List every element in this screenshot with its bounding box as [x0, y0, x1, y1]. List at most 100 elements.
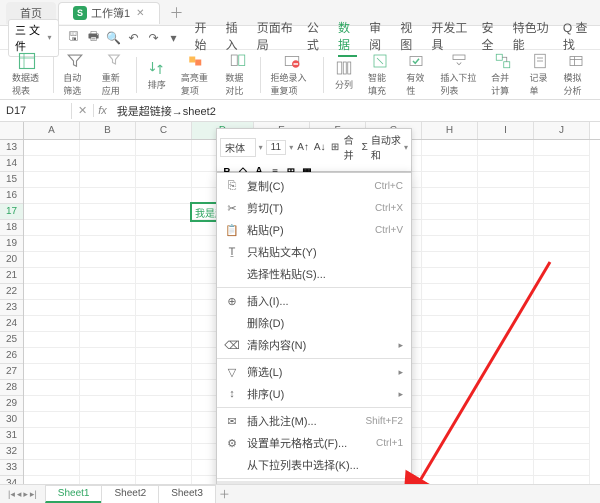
cell-A18[interactable]	[24, 220, 80, 236]
cell-I13[interactable]	[478, 140, 534, 156]
cell-B32[interactable]	[80, 444, 136, 460]
cell-J18[interactable]	[534, 220, 590, 236]
cell-H13[interactable]	[422, 140, 478, 156]
row-header-25[interactable]: 25	[0, 332, 23, 348]
cell-A13[interactable]	[24, 140, 80, 156]
cell-A32[interactable]	[24, 444, 80, 460]
cell-I15[interactable]	[478, 172, 534, 188]
cell-I20[interactable]	[478, 252, 534, 268]
cell-J22[interactable]	[534, 284, 590, 300]
decrease-font-icon[interactable]: A↓	[313, 140, 327, 154]
cell-B20[interactable]	[80, 252, 136, 268]
autosum-button[interactable]: Σ	[362, 142, 368, 153]
cell-I16[interactable]	[478, 188, 534, 204]
context-menu-item-4[interactable]: 选择性粘贴(S)...	[217, 263, 411, 285]
menu-item-7[interactable]: 开发工具	[431, 19, 469, 57]
cell-J19[interactable]	[534, 236, 590, 252]
row-header-33[interactable]: 33	[0, 460, 23, 476]
pivot-table-button[interactable]: 数据透视表	[8, 52, 47, 97]
cell-C22[interactable]	[136, 284, 192, 300]
sheet-nav-first-icon[interactable]: |◂	[8, 489, 15, 500]
cell-H17[interactable]	[422, 204, 478, 220]
context-menu-item-15[interactable]: 从下拉列表中选择(K)...	[217, 454, 411, 476]
cell-H31[interactable]	[422, 428, 478, 444]
cell-J23[interactable]	[534, 300, 590, 316]
cell-H30[interactable]	[422, 412, 478, 428]
cell-B25[interactable]	[80, 332, 136, 348]
context-menu-item-0[interactable]: ⎘复制(C)Ctrl+C	[217, 175, 411, 197]
cell-A15[interactable]	[24, 172, 80, 188]
cell-C18[interactable]	[136, 220, 192, 236]
cell-I28[interactable]	[478, 380, 534, 396]
col-header-C[interactable]: C	[136, 122, 192, 139]
cell-A29[interactable]	[24, 396, 80, 412]
cell-C32[interactable]	[136, 444, 192, 460]
cell-A22[interactable]	[24, 284, 80, 300]
cancel-formula-icon[interactable]: ✕	[78, 104, 87, 117]
cell-J26[interactable]	[534, 348, 590, 364]
cell-A24[interactable]	[24, 316, 80, 332]
cell-B31[interactable]	[80, 428, 136, 444]
row-header-28[interactable]: 28	[0, 380, 23, 396]
autosum-label[interactable]: 自动求和	[371, 132, 401, 162]
cell-C14[interactable]	[136, 156, 192, 172]
reject-dup-button[interactable]: 拒绝录入重复项	[267, 52, 318, 97]
menu-item-2[interactable]: 页面布局	[257, 19, 295, 57]
row-header-15[interactable]: 15	[0, 172, 23, 188]
cell-A16[interactable]	[24, 188, 80, 204]
cell-H19[interactable]	[422, 236, 478, 252]
cell-J28[interactable]	[534, 380, 590, 396]
cell-C31[interactable]	[136, 428, 192, 444]
context-menu-item-6[interactable]: ⊕插入(I)...	[217, 290, 411, 312]
cell-I23[interactable]	[478, 300, 534, 316]
cell-H32[interactable]	[422, 444, 478, 460]
cell-B34[interactable]	[80, 476, 136, 484]
sheet-nav-prev-icon[interactable]: ◂	[17, 489, 22, 500]
row-header-29[interactable]: 29	[0, 396, 23, 412]
row-header-13[interactable]: 13	[0, 140, 23, 156]
col-header-B[interactable]: B	[80, 122, 136, 139]
cell-B13[interactable]	[80, 140, 136, 156]
cell-H28[interactable]	[422, 380, 478, 396]
cell-C33[interactable]	[136, 460, 192, 476]
cell-B19[interactable]	[80, 236, 136, 252]
cell-I32[interactable]	[478, 444, 534, 460]
row-header-34[interactable]: 34	[0, 476, 23, 484]
cell-I33[interactable]	[478, 460, 534, 476]
context-menu-item-11[interactable]: ↕排序(U)▸	[217, 383, 411, 405]
cell-A25[interactable]	[24, 332, 80, 348]
cell-A21[interactable]	[24, 268, 80, 284]
row-header-16[interactable]: 16	[0, 188, 23, 204]
col-header-I[interactable]: I	[478, 122, 534, 139]
sheet-tab-sheet2[interactable]: Sheet2	[101, 485, 159, 503]
cell-B15[interactable]	[80, 172, 136, 188]
cell-C34[interactable]	[136, 476, 192, 484]
fx-icon[interactable]: fx	[94, 105, 111, 117]
cell-J31[interactable]	[534, 428, 590, 444]
context-menu-item-14[interactable]: ⚙设置单元格格式(F)...Ctrl+1	[217, 432, 411, 454]
record-button[interactable]: 记录单	[526, 52, 554, 97]
cell-J15[interactable]	[534, 172, 590, 188]
col-header-A[interactable]: A	[24, 122, 80, 139]
quick-more-icon[interactable]: ▾	[167, 31, 181, 45]
cell-I25[interactable]	[478, 332, 534, 348]
cell-B22[interactable]	[80, 284, 136, 300]
cell-I30[interactable]	[478, 412, 534, 428]
cell-I14[interactable]	[478, 156, 534, 172]
cell-C29[interactable]	[136, 396, 192, 412]
row-header-31[interactable]: 31	[0, 428, 23, 444]
cell-H14[interactable]	[422, 156, 478, 172]
cell-reference-input[interactable]: D17	[0, 103, 72, 119]
col-header-H[interactable]: H	[422, 122, 478, 139]
cell-H26[interactable]	[422, 348, 478, 364]
merge-label[interactable]: 合并	[344, 132, 359, 162]
context-menu-item-1[interactable]: ✂剪切(T)Ctrl+X	[217, 197, 411, 219]
cell-J20[interactable]	[534, 252, 590, 268]
cell-B29[interactable]	[80, 396, 136, 412]
cell-I24[interactable]	[478, 316, 534, 332]
merge-button[interactable]: ⊞	[330, 140, 341, 154]
cell-J13[interactable]	[534, 140, 590, 156]
cell-H18[interactable]	[422, 220, 478, 236]
sheet-tab-sheet3[interactable]: Sheet3	[158, 485, 216, 503]
cell-C25[interactable]	[136, 332, 192, 348]
